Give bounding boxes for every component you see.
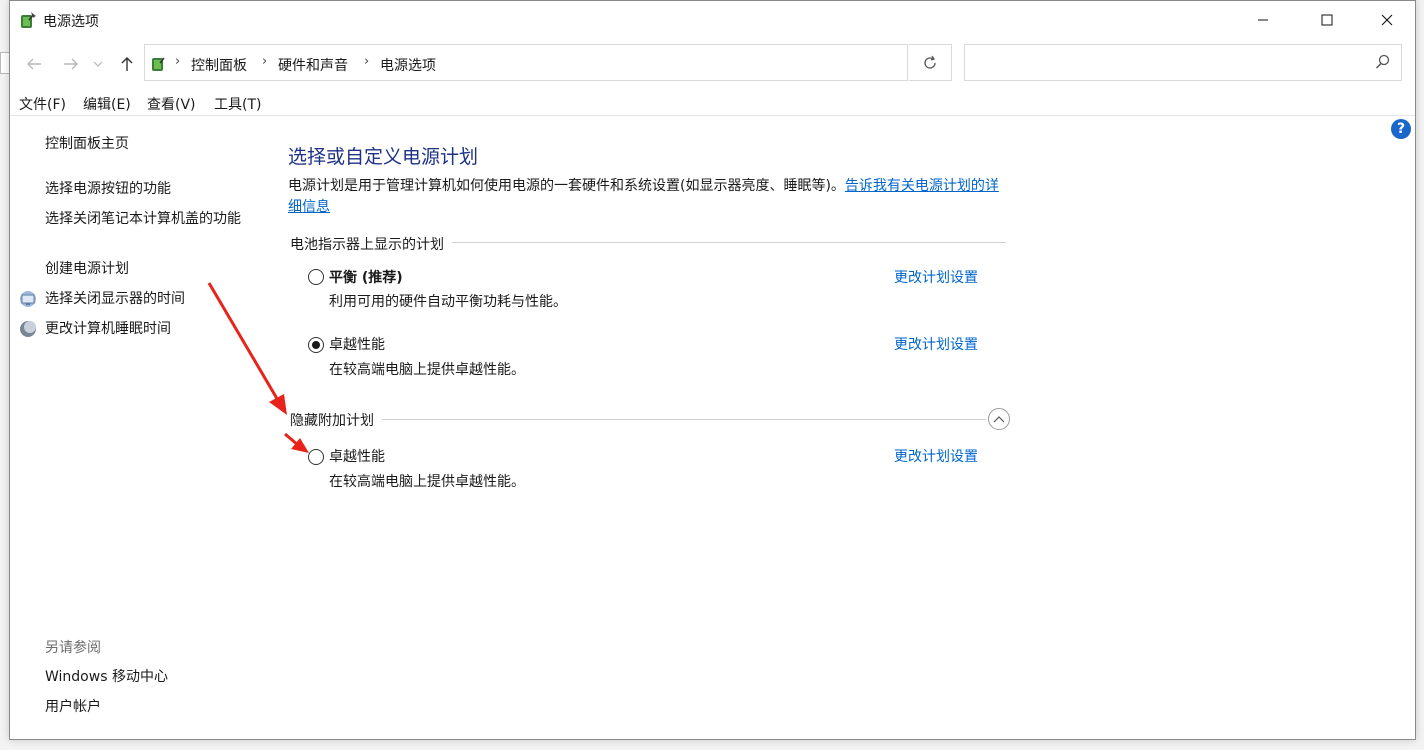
- minimize-icon: [1258, 19, 1268, 21]
- moon-icon: [20, 321, 36, 337]
- breadcrumb-control-panel[interactable]: 控制面板: [191, 55, 247, 75]
- search-icon: [1375, 54, 1390, 69]
- address-bar[interactable]: › 控制面板 › 硬件和声音 › 电源选项: [144, 44, 1027, 81]
- group-divider: [290, 419, 986, 420]
- plan-ultimate-settings-link[interactable]: 更改计划设置: [894, 334, 978, 354]
- arrow-up-icon: [121, 57, 133, 71]
- sidebar-lid-close-link[interactable]: 选择关闭笔记本计算机盖的功能: [45, 209, 250, 229]
- sidebar-power-button-link[interactable]: 选择电源按钮的功能: [45, 179, 171, 199]
- breadcrumb-hardware-sound[interactable]: 硬件和声音: [278, 55, 348, 75]
- group-hidden-plans: 隐藏附加计划: [290, 410, 382, 430]
- back-button[interactable]: [22, 52, 46, 76]
- plan-ultimate-hidden-name[interactable]: 卓越性能: [329, 446, 385, 466]
- page-title: 选择或自定义电源计划: [288, 146, 479, 168]
- breadcrumb-separator-icon: ›: [262, 54, 268, 69]
- navigation-bar: › 控制面板 › 硬件和声音 › 电源选项: [10, 43, 1415, 85]
- recent-locations-button[interactable]: [90, 52, 106, 76]
- see-also-user-accounts[interactable]: 用户帐户: [45, 697, 101, 717]
- plan-balanced-settings-link[interactable]: 更改计划设置: [894, 267, 978, 287]
- chevron-down-icon: [93, 61, 103, 67]
- refresh-icon: [924, 55, 936, 69]
- sidebar-sleep-time-link[interactable]: 更改计算机睡眠时间: [45, 319, 171, 339]
- minimize-button[interactable]: [1234, 1, 1292, 39]
- window-title: 电源选项: [43, 14, 99, 30]
- close-icon: [1381, 14, 1393, 26]
- monitor-icon: [20, 291, 36, 307]
- arrow-right-icon: [64, 58, 78, 70]
- sidebar-create-plan-link[interactable]: 创建电源计划: [45, 259, 129, 279]
- power-options-app-icon: [21, 12, 36, 28]
- up-button[interactable]: [115, 52, 139, 76]
- close-button[interactable]: [1358, 1, 1416, 39]
- title-bar: 电源选项: [10, 1, 1415, 39]
- plan-ultimate-desc: 在较高端电脑上提供卓越性能。: [329, 362, 525, 378]
- plan-balanced-name[interactable]: 平衡 (推荐): [329, 267, 403, 287]
- plan-ultimate-name[interactable]: 卓越性能: [329, 334, 385, 354]
- plan-balanced-desc: 利用可用的硬件自动平衡功耗与性能。: [329, 294, 567, 310]
- power-options-window: 电源选项 › 控制面板 › 硬件和声音 › 电源选项 文件(F) 编辑(E) 查…: [9, 0, 1416, 740]
- breadcrumb-separator-icon: ›: [364, 54, 370, 69]
- sidebar-display-off-link[interactable]: 选择关闭显示器的时间: [45, 289, 185, 309]
- power-options-location-icon: [152, 57, 165, 71]
- menu-file[interactable]: 文件(F): [19, 94, 66, 114]
- plan-ultimate-hidden-desc: 在较高端电脑上提供卓越性能。: [329, 474, 525, 490]
- maximize-button[interactable]: [1298, 1, 1356, 39]
- menu-bar: 文件(F) 编辑(E) 查看(V) 工具(T): [10, 91, 1415, 116]
- maximize-icon: [1321, 14, 1333, 26]
- menu-view[interactable]: 查看(V): [147, 94, 196, 114]
- group-battery-plans: 电池指示器上显示的计划: [290, 234, 452, 254]
- see-also-heading: 另请参阅: [45, 640, 101, 656]
- collapse-hidden-plans-button[interactable]: [988, 408, 1010, 430]
- refresh-button[interactable]: [909, 44, 952, 81]
- menu-tools[interactable]: 工具(T): [214, 94, 261, 114]
- breadcrumb-separator-icon: ›: [175, 54, 181, 69]
- description-text: 电源计划是用于管理计算机如何使用电源的一套硬件和系统设置(如显示器亮度、睡眠等)…: [288, 178, 845, 194]
- page-description: 电源计划是用于管理计算机如何使用电源的一套硬件和系统设置(如显示器亮度、睡眠等)…: [288, 176, 1008, 218]
- breadcrumb-power-options[interactable]: 电源选项: [380, 55, 436, 75]
- menu-edit[interactable]: 编辑(E): [83, 94, 131, 114]
- plan-ultimate-hidden-settings-link[interactable]: 更改计划设置: [894, 446, 978, 466]
- plan-ultimate-hidden-radio[interactable]: [308, 449, 324, 465]
- see-also-mobility-center[interactable]: Windows 移动中心: [45, 667, 168, 687]
- forward-button[interactable]: [59, 52, 83, 76]
- plan-ultimate-radio[interactable]: [308, 337, 324, 353]
- chevron-up-icon: [993, 416, 1005, 423]
- plan-balanced-radio[interactable]: [308, 269, 324, 285]
- search-input[interactable]: [964, 44, 1402, 81]
- sidebar-control-panel-home[interactable]: 控制面板主页: [45, 134, 129, 154]
- help-icon[interactable]: ?: [1391, 119, 1411, 139]
- arrow-left-icon: [27, 58, 41, 70]
